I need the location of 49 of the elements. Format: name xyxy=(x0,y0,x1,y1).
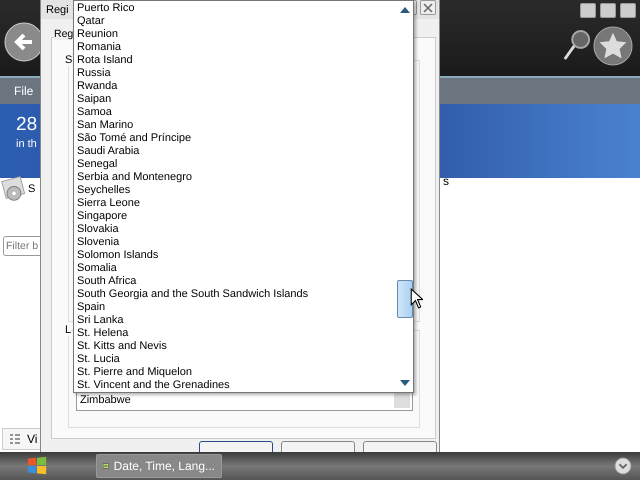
dialog-button[interactable] xyxy=(199,441,273,452)
banner-subtitle: in th xyxy=(16,138,37,150)
list-item[interactable]: Puerto Rico xyxy=(77,2,396,15)
list-item[interactable]: Romania xyxy=(77,41,396,54)
list-item[interactable]: Reunion xyxy=(77,28,396,41)
scroll-thumb[interactable] xyxy=(397,280,413,318)
list-item[interactable]: Serbia and Montenegro xyxy=(77,171,396,184)
list-icon xyxy=(9,433,21,445)
list-item[interactable]: South Africa xyxy=(77,275,396,288)
list-item[interactable]: Singapore xyxy=(77,210,396,223)
scroll-down-icon[interactable] xyxy=(400,380,410,386)
start-button[interactable] xyxy=(26,455,48,477)
list-item[interactable]: Senegal xyxy=(77,158,396,171)
list-item[interactable]: Samoa xyxy=(77,106,396,119)
banner-title: 28 xyxy=(16,113,38,137)
tray-icon[interactable] xyxy=(614,457,632,475)
list-item[interactable]: South Georgia and the South Sandwich Islands xyxy=(77,288,396,301)
list-item[interactable]: Slovenia xyxy=(77,236,396,249)
list-item[interactable]: St. Vincent and the Grenadines xyxy=(77,379,396,392)
list-item[interactable]: Qatar xyxy=(77,15,396,28)
list-item[interactable]: San Marino xyxy=(77,119,396,132)
list-item[interactable]: Slovakia xyxy=(77,223,396,236)
list-item[interactable]: St. Lucia xyxy=(77,353,396,366)
search-icon[interactable] xyxy=(562,30,590,62)
list-item[interactable]: Seychelles xyxy=(77,184,396,197)
list-item[interactable]: St. Pierre and Miquelon xyxy=(77,366,396,379)
list-item[interactable]: Spain xyxy=(77,301,396,314)
side-item[interactable]: S xyxy=(28,183,36,195)
list-item[interactable]: Sri Lanka xyxy=(77,314,396,327)
group-label: S xyxy=(65,54,72,66)
list-item[interactable]: Sierra Leone xyxy=(77,197,396,210)
list-item[interactable]: Saudi Arabia xyxy=(77,145,396,158)
list-item[interactable]: St. Helena xyxy=(77,327,396,340)
list-item[interactable]: Rwanda xyxy=(77,80,396,93)
list-item[interactable]: São Tomé and Príncipe xyxy=(77,132,396,145)
menu-item[interactable]: File xyxy=(14,84,34,98)
taskbar-button[interactable]: Date, Time, Lang... xyxy=(96,454,222,478)
list-item[interactable]: Russia xyxy=(77,67,396,80)
group-label: L xyxy=(65,324,72,336)
list-item[interactable]: St. Kitts and Nevis xyxy=(77,340,396,353)
list-item[interactable]: Saipan xyxy=(77,93,396,106)
column-text: s xyxy=(443,174,449,188)
list-item[interactable]: Rota Island xyxy=(77,54,396,67)
list-item[interactable]: Somalia xyxy=(77,262,396,275)
list-item[interactable]: Solomon Islands xyxy=(77,249,396,262)
scroll-up-icon[interactable] xyxy=(400,7,410,13)
window-title: Regi xyxy=(46,4,69,16)
tab[interactable]: Reg xyxy=(54,28,74,40)
close-button[interactable] xyxy=(420,0,436,15)
